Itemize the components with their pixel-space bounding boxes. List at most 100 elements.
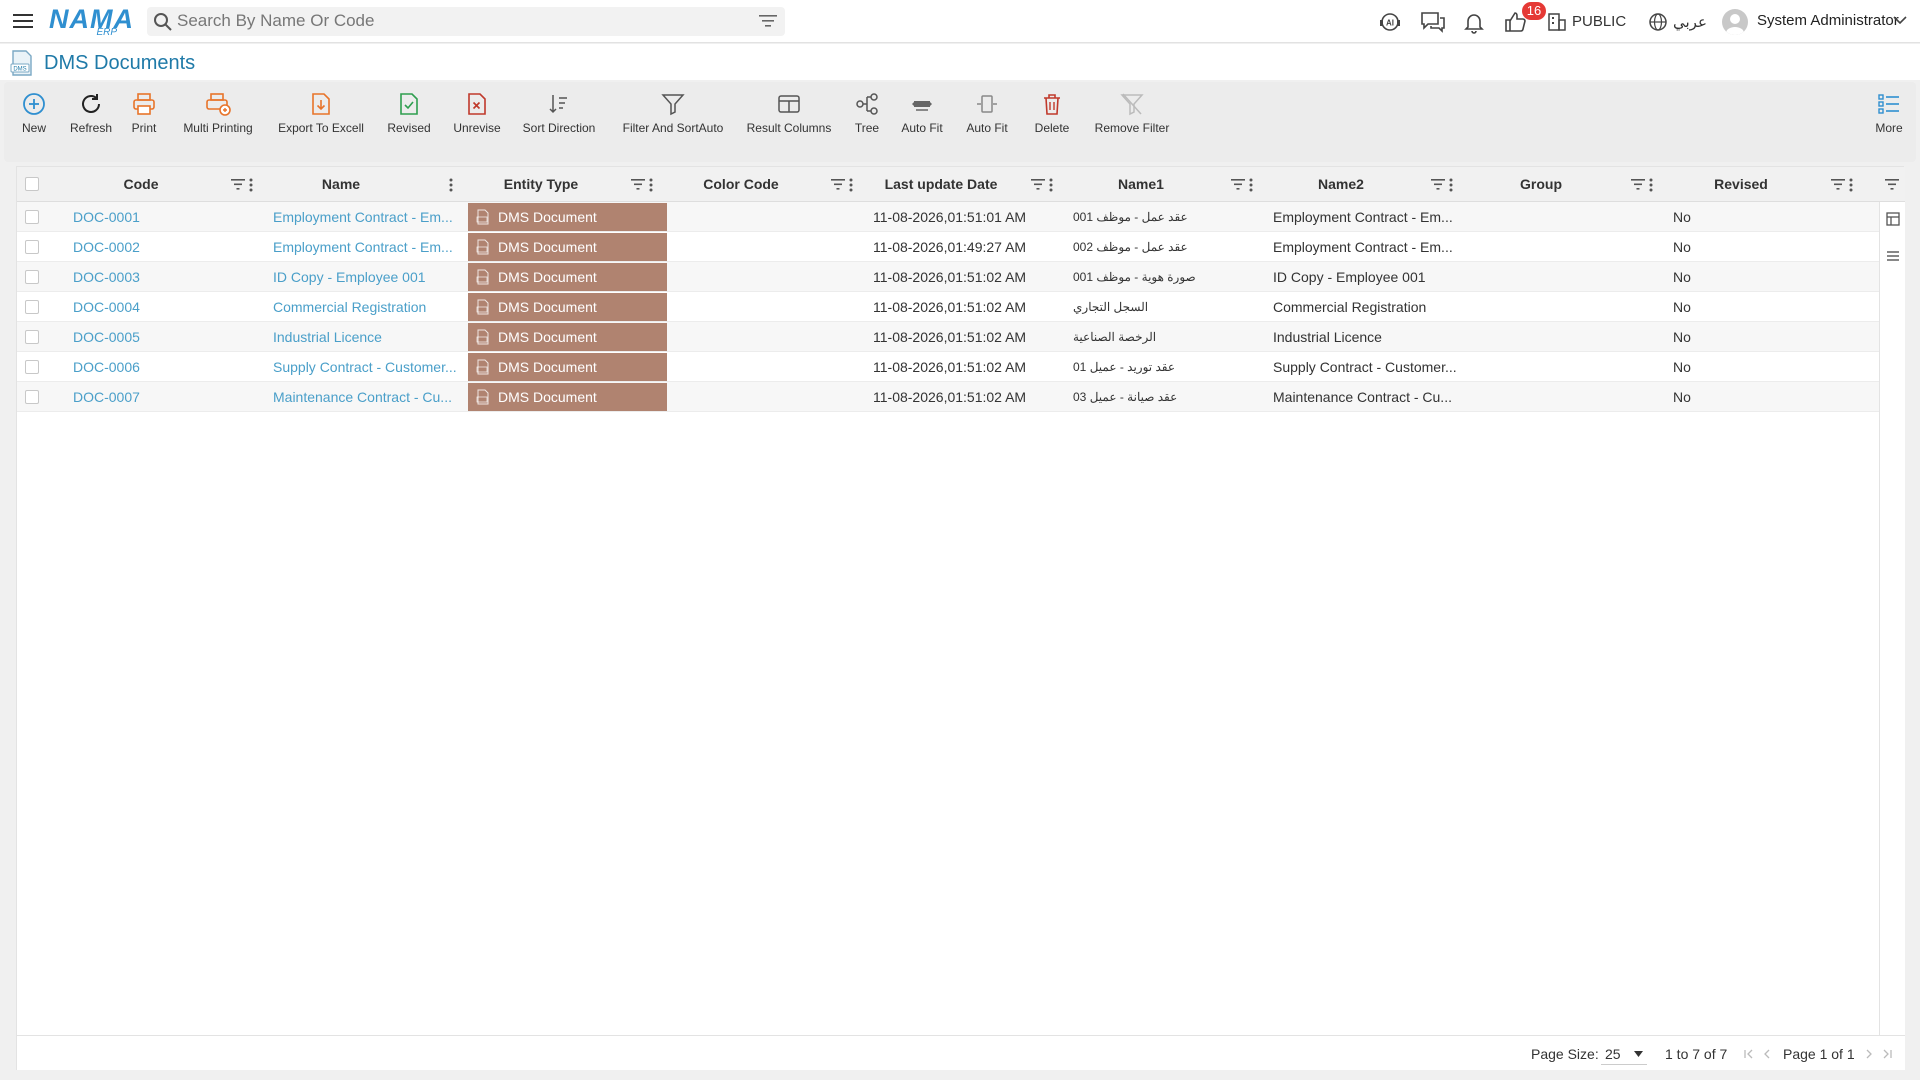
table-row[interactable]: DOC-0001 Employment Contract - Em... DMS D… [17,202,1879,232]
search-input[interactable] [177,11,737,31]
chat-icon[interactable] [1420,10,1446,34]
remove-filter-label: Remove Filter [1094,121,1170,135]
revised-button[interactable]: Revised [384,92,434,154]
column-menu-icon-name2[interactable] [1449,178,1453,192]
first-page-icon[interactable] [1743,1048,1755,1060]
table-row[interactable]: DOC-0006 Supply Contract - Customer... DMS… [17,352,1879,382]
bell-icon[interactable] [1462,10,1486,34]
row-checkbox[interactable] [25,300,39,314]
cell-name[interactable]: Commercial Registration [273,292,459,322]
column-filter-icon-revised[interactable] [1831,178,1845,190]
language-switch[interactable]: عربي [1673,13,1707,31]
page-size-select[interactable]: 25 [1601,1043,1647,1065]
cell-name[interactable]: Maintenance Contract - Cu... [273,382,459,412]
cell-code[interactable]: DOC-0006 [73,352,259,382]
building-icon[interactable] [1547,12,1567,32]
cell-revised: No [1673,329,1691,345]
table-row[interactable]: DOC-0005 Industrial Licence DMS Document 11… [17,322,1879,352]
column-menu-icon-color-code[interactable] [849,178,853,192]
row-checkbox[interactable] [25,240,39,254]
avatar[interactable] [1722,9,1748,35]
column-header-revised[interactable]: Revised [1667,167,1815,202]
column-menu-icon-revised[interactable] [1849,178,1853,192]
app-logo[interactable]: NAMA ERP [49,4,133,38]
cell-name1: عقد صيانة - عميل 03 [1073,390,1178,404]
auto-fit-columns-button[interactable]: Auto Fit [964,92,1010,154]
column-menu-icon-group[interactable] [1649,178,1653,192]
search-filter-icon[interactable] [759,14,777,28]
printer-icon [133,93,155,115]
row-checkbox[interactable] [25,210,39,224]
auto-fit-button[interactable]: Auto Fit [898,92,946,154]
cell-code[interactable]: DOC-0002 [73,232,259,262]
last-page-icon[interactable] [1881,1048,1893,1060]
column-header-name[interactable]: Name [267,167,415,202]
table-row[interactable]: DOC-0002 Employment Contract - Em... DMS D… [17,232,1879,262]
tree-button[interactable]: Tree [850,92,884,154]
column-header-last-update[interactable]: Last update Date [867,167,1015,202]
sort-direction-button[interactable]: Sort Direction [520,92,598,154]
column-header-name2[interactable]: Name2 [1267,167,1415,202]
new-button[interactable]: New [14,92,54,154]
table-row[interactable]: DOC-0004 Commercial Registration DMS Docum… [17,292,1879,322]
grid-filter-icon[interactable] [1885,178,1899,190]
column-menu-icon-entity-type[interactable] [649,178,653,192]
ai-assistant-icon[interactable]: AI [1378,10,1402,34]
user-name[interactable]: System Administrator [1757,12,1899,29]
filter-sort-button[interactable]: Filter And SortAuto [618,92,728,154]
result-columns-button[interactable]: Result Columns [744,92,834,154]
cell-code[interactable]: DOC-0005 [73,322,259,352]
cell-name[interactable]: Employment Contract - Em... [273,202,459,232]
globe-icon[interactable] [1648,12,1668,32]
next-page-icon[interactable] [1863,1048,1875,1060]
row-checkbox[interactable] [25,330,39,344]
chevron-down-icon[interactable] [1893,15,1907,25]
table-icon[interactable] [1886,212,1900,226]
cell-code[interactable]: DOC-0001 [73,202,259,232]
column-header-color-code[interactable]: Color Code [667,167,815,202]
column-header-group[interactable]: Group [1467,167,1615,202]
column-filter-icon-last-update[interactable] [1031,178,1045,190]
cell-name[interactable]: Industrial Licence [273,322,459,352]
column-menu-icon-name[interactable] [449,178,453,192]
column-filter-icon-code[interactable] [231,178,245,190]
cell-name[interactable]: Employment Contract - Em... [273,232,459,262]
print-button[interactable]: Print [126,92,162,154]
cell-code[interactable]: DOC-0004 [73,292,259,322]
cell-code[interactable]: DOC-0007 [73,382,259,412]
cell-code[interactable]: DOC-0003 [73,262,259,292]
export-excel-button[interactable]: Export To Excell [272,92,370,154]
table-row[interactable]: DOC-0007 Maintenance Contract - Cu... DMS … [17,382,1879,412]
remove-filter-button[interactable]: Remove Filter [1090,92,1174,154]
refresh-button[interactable]: Refresh [64,92,118,154]
select-all-checkbox[interactable] [25,177,39,191]
column-menu-icon-last-update[interactable] [1049,178,1053,192]
column-filter-icon-entity-type[interactable] [631,178,645,190]
row-checkbox[interactable] [25,390,39,404]
menu-icon[interactable] [12,10,34,32]
column-filter-icon-name2[interactable] [1431,178,1445,190]
multi-printing-button[interactable]: Multi Printing [178,92,258,154]
column-header-code[interactable]: Code [67,167,215,202]
cell-revised: No [1673,299,1691,315]
unrevise-button[interactable]: Unrevise [450,92,504,154]
column-filter-icon-group[interactable] [1631,178,1645,190]
row-checkbox[interactable] [25,270,39,284]
delete-button[interactable]: Delete [1032,92,1072,154]
cell-last-update: 11-08-2026,01:51:01 AM [873,209,1027,225]
cell-name[interactable]: ID Copy - Employee 001 [273,262,459,292]
column-filter-icon-color-code[interactable] [831,178,845,190]
column-header-entity-type[interactable]: Entity Type [467,167,615,202]
columns-panel-icon[interactable] [1886,249,1900,263]
row-checkbox[interactable] [25,360,39,374]
more-button[interactable]: More [1872,92,1906,154]
table-row[interactable]: DOC-0003 ID Copy - Employee 001 DMS Docume… [17,262,1879,292]
column-menu-icon-name1[interactable] [1249,178,1253,192]
column-header-name1[interactable]: Name1 [1067,167,1215,202]
cell-name[interactable]: Supply Contract - Customer... [273,352,459,382]
column-filter-icon-name1[interactable] [1231,178,1245,190]
prev-page-icon[interactable] [1761,1048,1773,1060]
profile-name[interactable]: PUBLIC [1572,13,1626,30]
auto-fit-icon [912,101,932,111]
column-menu-icon-code[interactable] [249,178,253,192]
